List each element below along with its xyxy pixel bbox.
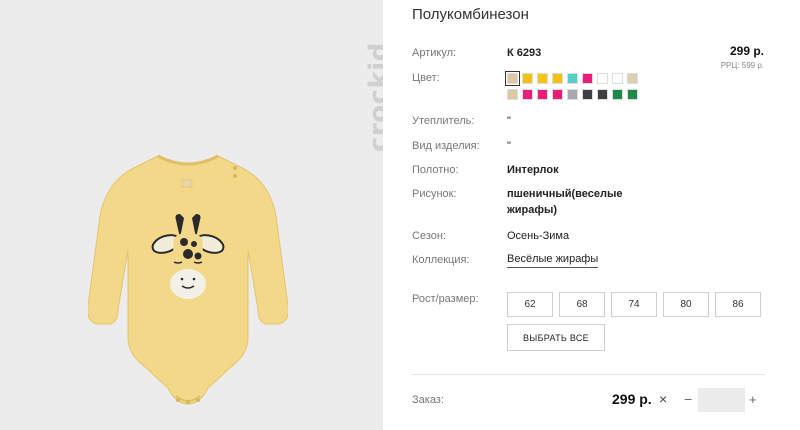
- color-swatch[interactable]: [627, 89, 638, 100]
- season-label: Сезон:: [412, 230, 446, 242]
- color-swatch[interactable]: [597, 73, 608, 84]
- collection-label: Коллекция:: [412, 254, 470, 266]
- size-option-68[interactable]: 68: [559, 292, 605, 317]
- color-swatch[interactable]: [597, 89, 608, 100]
- price: 299 р.: [729, 44, 764, 58]
- brand-watermark: crockid: [337, 12, 383, 152]
- size-label: Рост/размер:: [412, 293, 479, 305]
- recommended-price: РРЦ: 599 р.: [720, 61, 764, 70]
- color-swatch[interactable]: [582, 89, 593, 100]
- size-option-74[interactable]: 74: [611, 292, 657, 317]
- order-price: 299 р.: [612, 391, 652, 407]
- color-swatch[interactable]: [567, 73, 578, 84]
- color-swatch[interactable]: [522, 89, 533, 100]
- order-label: Заказ:: [412, 394, 444, 406]
- season-value: Осень-Зима: [507, 230, 570, 242]
- multiply-icon: ×: [659, 391, 668, 407]
- collection-link[interactable]: Весёлые жирафы: [507, 253, 599, 268]
- color-swatches: [505, 71, 657, 105]
- article-value: К 6293: [507, 47, 542, 59]
- color-swatch[interactable]: [537, 73, 548, 84]
- color-swatch[interactable]: [567, 89, 578, 100]
- print-label: Рисунок:: [412, 188, 457, 200]
- kind-label: Вид изделия:: [412, 140, 480, 152]
- color-swatch[interactable]: [507, 89, 518, 100]
- insulation-label: Утеплитель:: [412, 115, 475, 127]
- color-swatch[interactable]: [612, 73, 623, 84]
- color-swatch[interactable]: [612, 89, 623, 100]
- product-title: Полукомбинезон: [412, 6, 529, 23]
- color-swatch[interactable]: [505, 71, 520, 86]
- fabric-label: Полотно:: [412, 164, 459, 176]
- print-value-line2: жирафы): [507, 204, 558, 216]
- divider: [412, 374, 765, 375]
- color-swatch[interactable]: [552, 89, 563, 100]
- bodysuit-image: [88, 154, 288, 405]
- kind-value: ": [507, 140, 511, 152]
- color-swatch[interactable]: [537, 89, 548, 100]
- color-label: Цвет:: [412, 72, 440, 84]
- size-option-80[interactable]: 80: [663, 292, 709, 317]
- color-swatch[interactable]: [582, 73, 593, 84]
- decrease-quantity-button[interactable]: −: [684, 391, 692, 407]
- size-option-62[interactable]: 62: [507, 292, 553, 317]
- fabric-value: Интерлок: [507, 164, 559, 176]
- brand-logo: crockid: [364, 42, 383, 152]
- color-swatch[interactable]: [627, 73, 638, 84]
- article-label: Артикул:: [412, 47, 457, 59]
- color-swatch[interactable]: [522, 73, 533, 84]
- product-photo: crockid: [0, 0, 383, 430]
- increase-quantity-button[interactable]: +: [749, 392, 757, 407]
- select-all-button[interactable]: ВЫБРАТЬ ВСЕ: [507, 324, 605, 351]
- size-option-86[interactable]: 86: [715, 292, 761, 317]
- color-swatch[interactable]: [552, 73, 563, 84]
- quantity-input[interactable]: [698, 388, 745, 412]
- insulation-value: ": [507, 115, 511, 127]
- print-value-line1: пшеничный(веселые: [507, 188, 623, 200]
- size-options: 62 68 74 80 86: [507, 292, 761, 317]
